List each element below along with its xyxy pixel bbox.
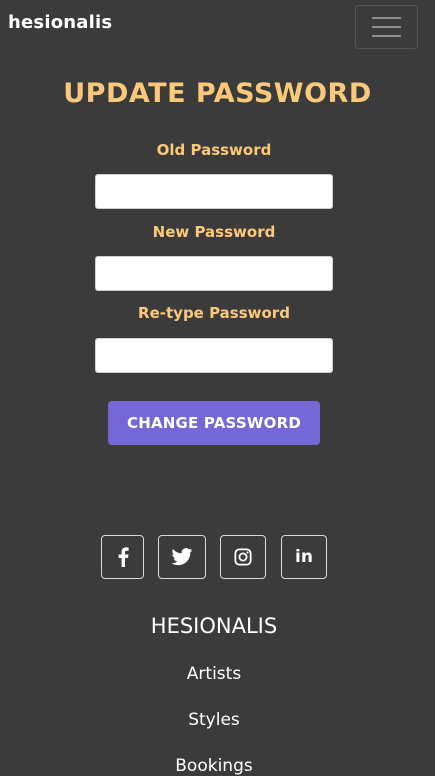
new-password-label: New Password: [152, 223, 276, 241]
hamburger-menu-icon-bar: [372, 17, 401, 19]
footer-link-artists[interactable]: Artists: [0, 664, 428, 684]
footer-link-bookings[interactable]: Bookings: [0, 756, 428, 776]
navbar-toggler-button[interactable]: [355, 5, 418, 49]
old-password-label: Old Password: [156, 141, 272, 159]
twitter-link[interactable]: [158, 535, 206, 579]
facebook-link[interactable]: [101, 535, 144, 579]
navbar: hesionalis: [0, 0, 435, 56]
hamburger-menu-icon-bar: [372, 26, 401, 28]
instagram-icon: [234, 548, 252, 566]
hamburger-menu-icon-bar: [372, 35, 401, 37]
facebook-icon: [118, 547, 129, 567]
linkedin-icon: in: [295, 546, 313, 567]
footer-brand: HESIONALIS: [150, 614, 278, 638]
instagram-link[interactable]: [220, 535, 266, 579]
footer-link-styles[interactable]: Styles: [0, 710, 428, 730]
twitter-icon: [171, 548, 193, 566]
new-password-field[interactable]: [95, 256, 333, 291]
change-password-button[interactable]: CHANGE PASSWORD: [108, 401, 320, 445]
retype-password-label: Re-type Password: [138, 304, 290, 322]
linkedin-link[interactable]: in: [281, 535, 327, 579]
retype-password-field[interactable]: [95, 338, 333, 373]
page-title: UPDATE PASSWORD: [63, 78, 372, 109]
brand-logo[interactable]: hesionalis: [8, 12, 112, 33]
old-password-field[interactable]: [95, 174, 333, 209]
